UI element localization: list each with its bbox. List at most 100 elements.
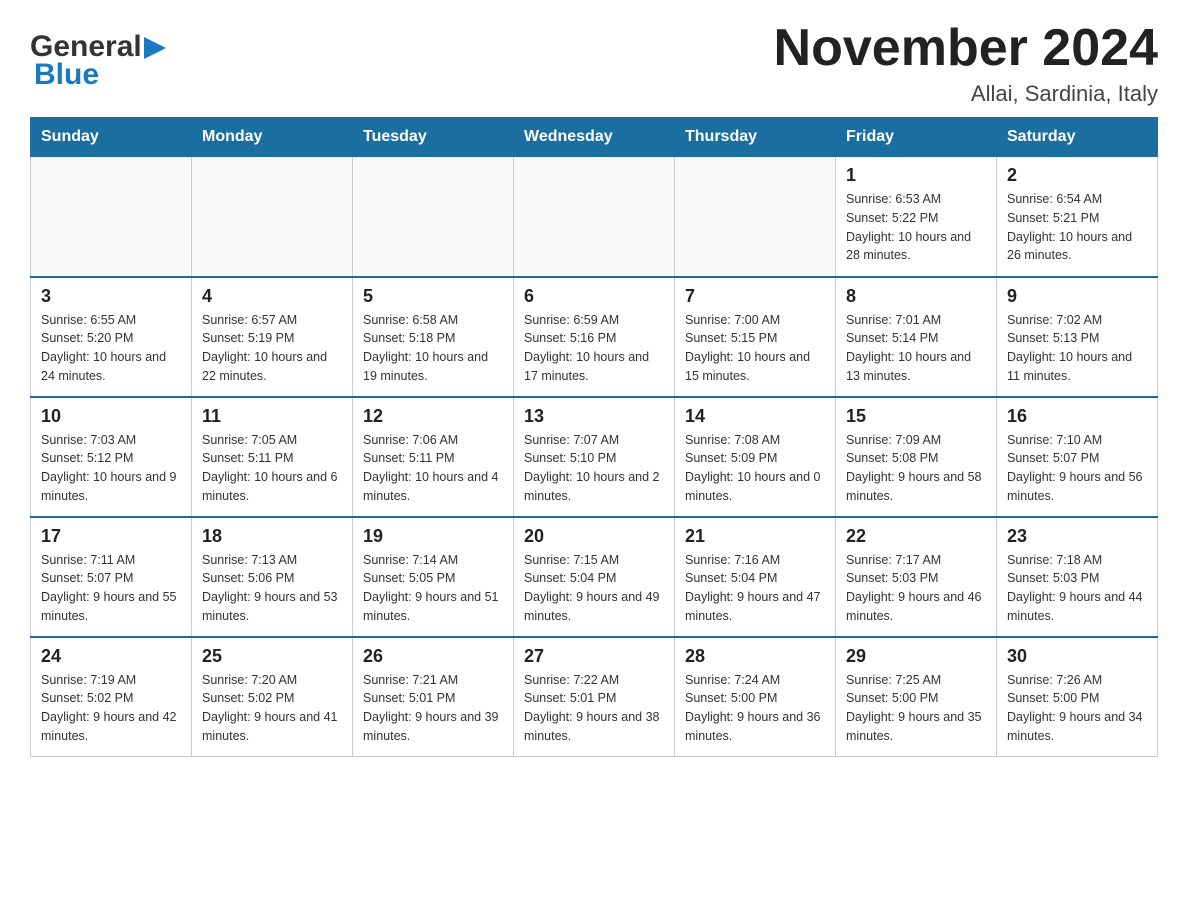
month-title: November 2024 (774, 20, 1158, 77)
calendar-cell: 20Sunrise: 7:15 AMSunset: 5:04 PMDayligh… (514, 517, 675, 637)
calendar-cell: 18 Sunrise: 7:13 AMSunset: 5:06 PMDayligh… (192, 517, 353, 637)
day-info: Sunrise: 7:22 AMSunset: 5:01 PMDaylight:… (524, 671, 664, 746)
calendar-cell: 25Sunrise: 7:20 AMSunset: 5:02 PMDayligh… (192, 637, 353, 757)
calendar-cell: 23 Sunrise: 7:18 AMSunset: 5:03 PMDayligh… (997, 517, 1158, 637)
day-number: 18 (202, 526, 342, 547)
day-info: Sunrise: 6:53 AMSunset: 5:22 PMDaylight:… (846, 190, 986, 265)
day-number: 28 (685, 646, 825, 667)
calendar-cell: 21 Sunrise: 7:16 AMSunset: 5:04 PMDayligh… (675, 517, 836, 637)
day-number: 30 (1007, 646, 1147, 667)
calendar-week-row: 1 Sunrise: 6:53 AMSunset: 5:22 PMDaylight… (31, 157, 1158, 277)
calendar-cell: 11 Sunrise: 7:05 AMSunset: 5:11 PMDayligh… (192, 397, 353, 517)
day-number: 26 (363, 646, 503, 667)
day-info: Sunrise: 7:08 AMSunset: 5:09 PMDaylight:… (685, 431, 825, 506)
calendar-cell: 26Sunrise: 7:21 AMSunset: 5:01 PMDayligh… (353, 637, 514, 757)
day-number: 13 (524, 406, 664, 427)
day-info: Sunrise: 6:55 AMSunset: 5:20 PMDaylight:… (41, 311, 181, 386)
day-number: 29 (846, 646, 986, 667)
calendar-cell (31, 157, 192, 277)
calendar-cell: 13 Sunrise: 7:07 AMSunset: 5:10 PMDayligh… (514, 397, 675, 517)
day-number: 15 (846, 406, 986, 427)
location-text: Allai, Sardinia, Italy (774, 81, 1158, 107)
calendar-cell (192, 157, 353, 277)
calendar-week-row: 24 Sunrise: 7:19 AMSunset: 5:02 PMDayligh… (31, 637, 1158, 757)
day-info: Sunrise: 7:10 AMSunset: 5:07 PMDaylight:… (1007, 431, 1147, 506)
calendar-cell: 4Sunrise: 6:57 AMSunset: 5:19 PMDaylight… (192, 277, 353, 397)
logo-arrow-icon (144, 37, 166, 64)
day-number: 9 (1007, 286, 1147, 307)
day-info: Sunrise: 6:54 AMSunset: 5:21 PMDaylight:… (1007, 190, 1147, 265)
day-number: 10 (41, 406, 181, 427)
day-number: 23 (1007, 526, 1147, 547)
day-number: 17 (41, 526, 181, 547)
day-info: Sunrise: 7:07 AMSunset: 5:10 PMDaylight:… (524, 431, 664, 506)
weekday-header-sunday: Sunday (31, 118, 192, 157)
calendar-cell: 2 Sunrise: 6:54 AMSunset: 5:21 PMDaylight… (997, 157, 1158, 277)
day-info: Sunrise: 7:01 AMSunset: 5:14 PMDaylight:… (846, 311, 986, 386)
day-info: Sunrise: 7:17 AMSunset: 5:03 PMDaylight:… (846, 551, 986, 626)
weekday-header-tuesday: Tuesday (353, 118, 514, 157)
day-number: 11 (202, 406, 342, 427)
day-number: 6 (524, 286, 664, 307)
calendar-cell (675, 157, 836, 277)
day-number: 16 (1007, 406, 1147, 427)
calendar-cell: 1 Sunrise: 6:53 AMSunset: 5:22 PMDaylight… (836, 157, 997, 277)
day-info: Sunrise: 7:14 AMSunset: 5:05 PMDaylight:… (363, 551, 503, 626)
calendar-cell: 19 Sunrise: 7:14 AMSunset: 5:05 PMDayligh… (353, 517, 514, 637)
day-info: Sunrise: 7:15 AMSunset: 5:04 PMDaylight:… (524, 551, 664, 626)
logo-blue-text: Blue (34, 58, 99, 92)
day-number: 24 (41, 646, 181, 667)
day-number: 7 (685, 286, 825, 307)
calendar-cell: 10 Sunrise: 7:03 AMSunset: 5:12 PMDayligh… (31, 397, 192, 517)
day-number: 21 (685, 526, 825, 547)
weekday-header-thursday: Thursday (675, 118, 836, 157)
title-section: November 2024 Allai, Sardinia, Italy (774, 20, 1158, 107)
day-number: 8 (846, 286, 986, 307)
calendar-cell: 29Sunrise: 7:25 AMSunset: 5:00 PMDayligh… (836, 637, 997, 757)
calendar-cell: 15 Sunrise: 7:09 AMSunset: 5:08 PMDayligh… (836, 397, 997, 517)
page-header: General Blue November 2024 Allai, Sardin… (30, 20, 1158, 107)
day-info: Sunrise: 7:19 AMSunset: 5:02 PMDaylight:… (41, 671, 181, 746)
calendar-cell: 24 Sunrise: 7:19 AMSunset: 5:02 PMDayligh… (31, 637, 192, 757)
day-info: Sunrise: 7:05 AMSunset: 5:11 PMDaylight:… (202, 431, 342, 506)
calendar-cell (514, 157, 675, 277)
calendar-cell: 14Sunrise: 7:08 AMSunset: 5:09 PMDayligh… (675, 397, 836, 517)
calendar-cell (353, 157, 514, 277)
day-number: 12 (363, 406, 503, 427)
day-number: 27 (524, 646, 664, 667)
calendar-week-row: 3 Sunrise: 6:55 AMSunset: 5:20 PMDaylight… (31, 277, 1158, 397)
calendar-cell: 5Sunrise: 6:58 AMSunset: 5:18 PMDaylight… (353, 277, 514, 397)
day-number: 22 (846, 526, 986, 547)
calendar-cell: 12 Sunrise: 7:06 AMSunset: 5:11 PMDayligh… (353, 397, 514, 517)
day-number: 3 (41, 286, 181, 307)
day-info: Sunrise: 7:16 AMSunset: 5:04 PMDaylight:… (685, 551, 825, 626)
calendar-cell: 3 Sunrise: 6:55 AMSunset: 5:20 PMDaylight… (31, 277, 192, 397)
calendar-cell: 28 Sunrise: 7:24 AMSunset: 5:00 PMDayligh… (675, 637, 836, 757)
weekday-header-row: SundayMondayTuesdayWednesdayThursdayFrid… (31, 118, 1158, 157)
day-info: Sunrise: 7:06 AMSunset: 5:11 PMDaylight:… (363, 431, 503, 506)
calendar-cell: 8 Sunrise: 7:01 AMSunset: 5:14 PMDaylight… (836, 277, 997, 397)
weekday-header-monday: Monday (192, 118, 353, 157)
day-number: 1 (846, 165, 986, 186)
weekday-header-friday: Friday (836, 118, 997, 157)
calendar-cell: 7Sunrise: 7:00 AMSunset: 5:15 PMDaylight… (675, 277, 836, 397)
day-number: 5 (363, 286, 503, 307)
calendar-cell: 27 Sunrise: 7:22 AMSunset: 5:01 PMDayligh… (514, 637, 675, 757)
calendar-cell: 16 Sunrise: 7:10 AMSunset: 5:07 PMDayligh… (997, 397, 1158, 517)
day-info: Sunrise: 7:18 AMSunset: 5:03 PMDaylight:… (1007, 551, 1147, 626)
day-info: Sunrise: 7:13 AMSunset: 5:06 PMDaylight:… (202, 551, 342, 626)
weekday-header-saturday: Saturday (997, 118, 1158, 157)
calendar-cell: 17 Sunrise: 7:11 AMSunset: 5:07 PMDayligh… (31, 517, 192, 637)
day-info: Sunrise: 7:20 AMSunset: 5:02 PMDaylight:… (202, 671, 342, 746)
day-info: Sunrise: 7:09 AMSunset: 5:08 PMDaylight:… (846, 431, 986, 506)
day-number: 19 (363, 526, 503, 547)
calendar-cell: 6 Sunrise: 6:59 AMSunset: 5:16 PMDaylight… (514, 277, 675, 397)
calendar-cell: 30Sunrise: 7:26 AMSunset: 5:00 PMDayligh… (997, 637, 1158, 757)
day-number: 2 (1007, 165, 1147, 186)
day-info: Sunrise: 7:11 AMSunset: 5:07 PMDaylight:… (41, 551, 181, 626)
day-info: Sunrise: 7:03 AMSunset: 5:12 PMDaylight:… (41, 431, 181, 506)
weekday-header-wednesday: Wednesday (514, 118, 675, 157)
day-info: Sunrise: 7:24 AMSunset: 5:00 PMDaylight:… (685, 671, 825, 746)
calendar-cell: 22 Sunrise: 7:17 AMSunset: 5:03 PMDayligh… (836, 517, 997, 637)
day-info: Sunrise: 6:59 AMSunset: 5:16 PMDaylight:… (524, 311, 664, 386)
